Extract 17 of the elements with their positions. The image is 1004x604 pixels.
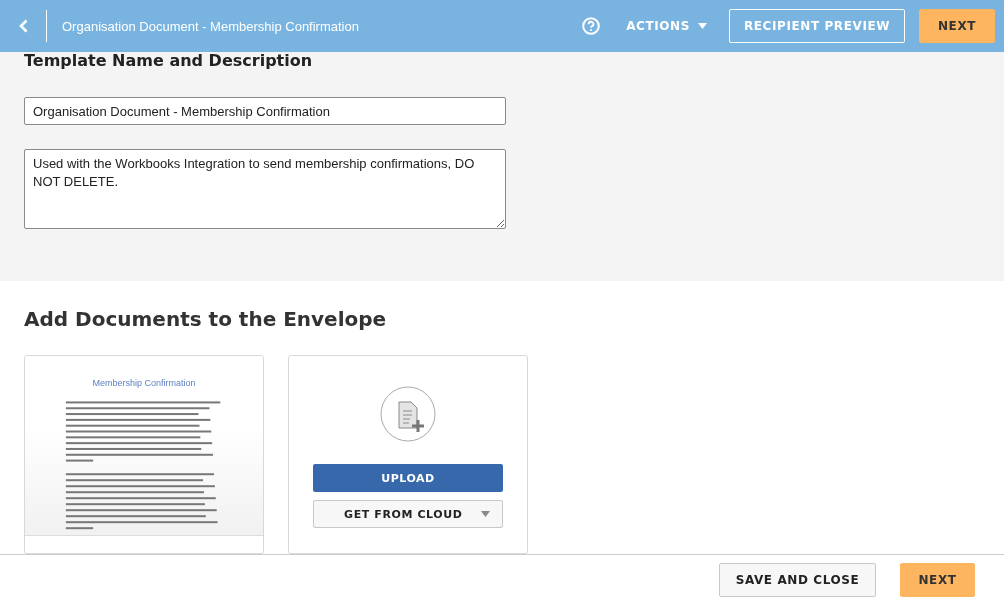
cloud-dropdown[interactable]: GET FROM CLOUD [313, 500, 503, 528]
document-title: Organisation Document - Membership Confirmation [62, 18, 360, 34]
add-document-icon [380, 386, 436, 442]
caret-icon [481, 511, 490, 517]
section-heading: Add Documents to the Envelope [24, 307, 387, 331]
next-button[interactable]: NEXT [919, 9, 995, 43]
description-field[interactable]: Used with the Workbooks Integration to send membership confirmations, DO NOT DELETE. [24, 149, 506, 229]
upload-button[interactable]: UPLOAD [313, 464, 503, 492]
next-button[interactable]: NEXT [900, 562, 975, 597]
caret-icon [698, 23, 707, 29]
help-icon[interactable] [582, 17, 601, 35]
section-heading: Template Name and Description [24, 52, 313, 70]
document-card[interactable]: Membership Confirmation [24, 355, 264, 554]
template-name-field[interactable]: Organisation Document - Membership Confirmation [24, 97, 506, 125]
back-icon[interactable] [18, 19, 28, 33]
save-button[interactable]: SAVE AND CLOSE [719, 562, 876, 597]
preview-title: Membership Confirmation [92, 378, 196, 388]
